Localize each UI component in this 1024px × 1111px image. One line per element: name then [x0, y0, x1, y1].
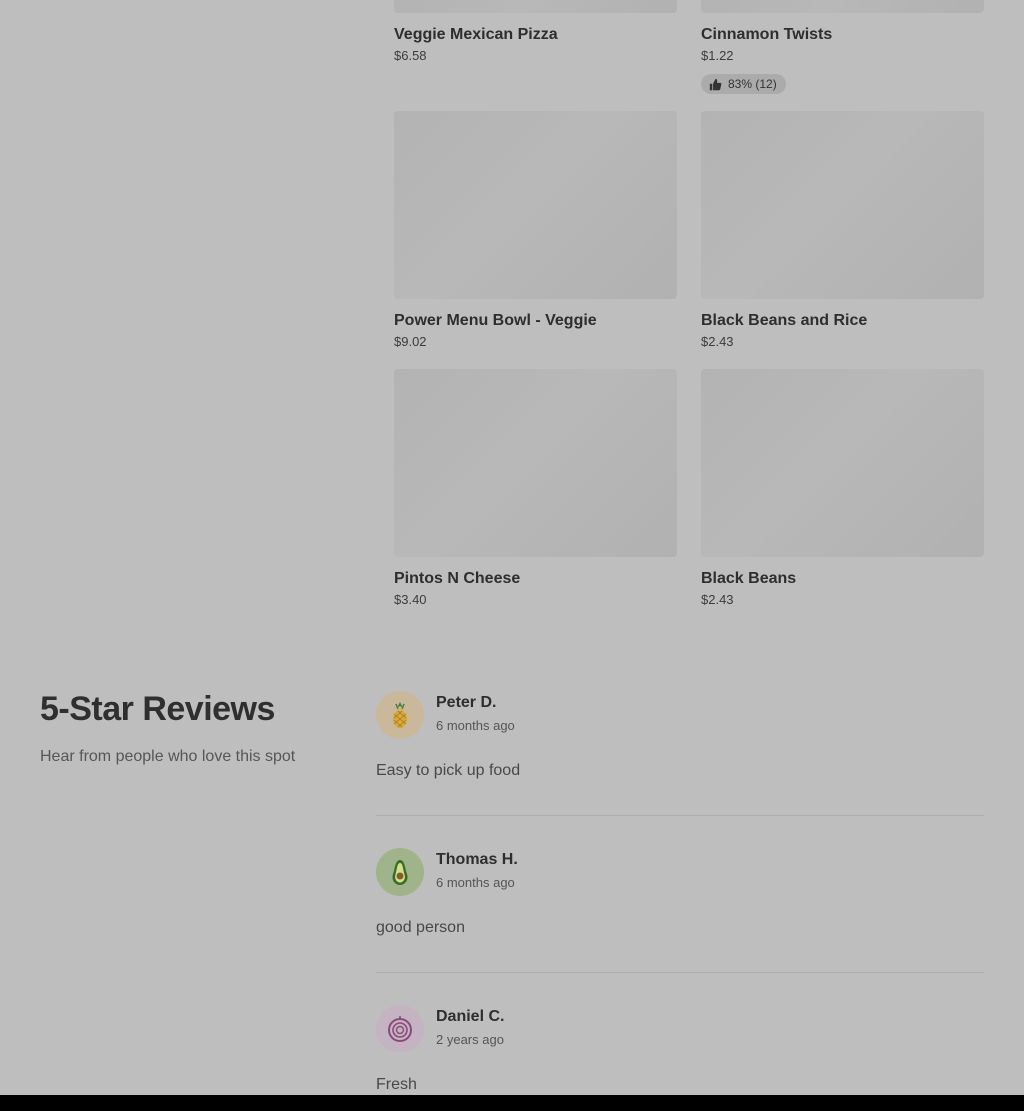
rating-badge: 83% (12) [701, 74, 786, 94]
review-author: Peter D. [436, 694, 497, 711]
review-item: Peter D. 6 months ago Easy to pick up fo… [376, 691, 984, 781]
avatar [376, 691, 424, 739]
thumbs-up-icon [709, 78, 722, 90]
menu-item-price: $2.43 [701, 334, 734, 349]
menu-item-name: Black Beans and Rice [701, 312, 868, 329]
onion-icon [388, 1016, 412, 1042]
review-divider [376, 815, 984, 816]
menu-item-name: Power Menu Bowl - Veggie [394, 312, 597, 329]
menu-item-card[interactable]: Veggie Mexican Pizza $6.58 [394, 0, 677, 64]
menu-item-price: $1.22 [701, 48, 734, 63]
review-divider [376, 972, 984, 973]
review-text: good person [376, 919, 465, 936]
menu-item-image[interactable] [701, 0, 984, 13]
menu-item-name: Cinnamon Twists [701, 26, 833, 43]
menu-item-image[interactable] [394, 111, 677, 299]
review-text: Easy to pick up food [376, 762, 521, 779]
menu-item-price: $2.43 [701, 592, 734, 607]
menu-item-image[interactable] [701, 111, 984, 299]
menu-item-card[interactable]: Cinnamon Twists $1.22 83% (12) [701, 0, 984, 96]
menu-item-name: Veggie Mexican Pizza [394, 26, 558, 43]
rating-value: 83% (12) [728, 77, 777, 91]
menu-item-image[interactable] [394, 369, 677, 557]
avatar [376, 848, 424, 896]
menu-item-card[interactable]: Black Beans $2.43 [701, 369, 984, 608]
review-text: Fresh [376, 1076, 417, 1093]
reviews-subtitle: Hear from people who love this spot [40, 748, 296, 765]
review-time: 2 years ago [436, 1032, 504, 1047]
avocado-icon [392, 860, 408, 885]
menu-item-image[interactable] [701, 369, 984, 557]
menu-item-image[interactable] [394, 0, 677, 13]
menu-item-price: $3.40 [394, 592, 427, 607]
menu-item-card[interactable]: Black Beans and Rice $2.43 [701, 111, 984, 350]
review-time: 6 months ago [436, 875, 515, 890]
review-author: Daniel C. [436, 1008, 505, 1025]
menu-item-name: Pintos N Cheese [394, 570, 521, 587]
review-item: Thomas H. 6 months ago good person [376, 848, 984, 938]
menu-item-card[interactable]: Pintos N Cheese $3.40 [394, 369, 677, 608]
review-author: Thomas H. [436, 851, 518, 868]
menu-item-name: Black Beans [701, 570, 797, 587]
review-item: Daniel C. 2 years ago Fresh [376, 1005, 984, 1095]
menu-item-price: $6.58 [394, 48, 427, 63]
avatar [376, 1005, 424, 1053]
store-page: Veggie Mexican Pizza $6.58 Cinnamon Twis… [0, 0, 1024, 1111]
reviews-title: 5-Star Reviews [40, 690, 275, 728]
pineapple-icon [393, 702, 407, 728]
menu-item-card[interactable]: Power Menu Bowl - Veggie $9.02 [394, 111, 677, 350]
review-time: 6 months ago [436, 718, 515, 733]
bottom-bar [0, 1095, 1024, 1111]
menu-item-price: $9.02 [394, 334, 427, 349]
